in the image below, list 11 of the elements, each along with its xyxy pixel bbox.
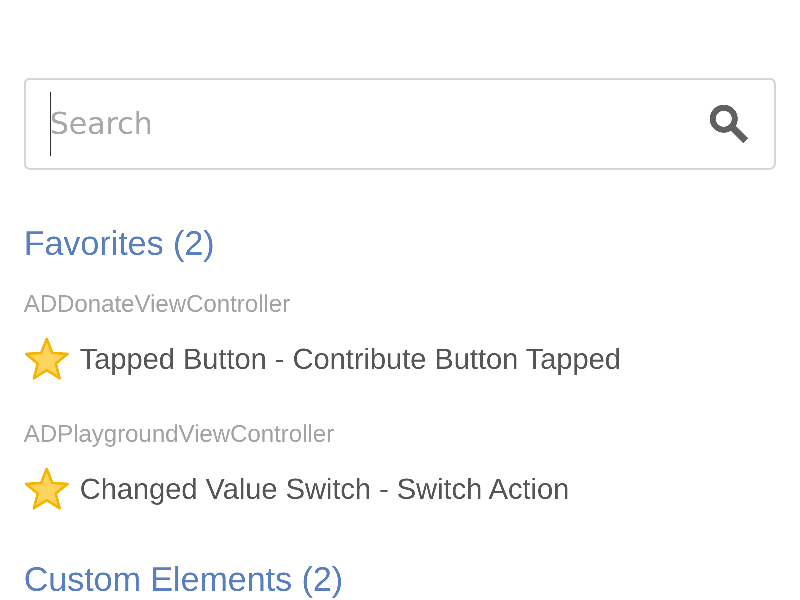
search-field[interactable]: Search — [24, 78, 776, 170]
search-icon[interactable] — [708, 103, 750, 145]
controller-name: ADDonateViewController — [24, 290, 292, 320]
section-heading: Custom Elements (2) — [24, 561, 344, 599]
search-input[interactable]: Search — [50, 102, 708, 146]
star-icon[interactable] — [24, 337, 70, 383]
star-icon[interactable] — [24, 467, 70, 513]
event-label[interactable]: Tapped Button - Contribute Button Tapped — [80, 344, 622, 376]
controller-name: ADPlaygroundViewController — [24, 420, 336, 450]
section-heading: Favorites (2) — [24, 225, 216, 263]
event-label[interactable]: Changed Value Switch - Switch Action — [80, 474, 570, 506]
